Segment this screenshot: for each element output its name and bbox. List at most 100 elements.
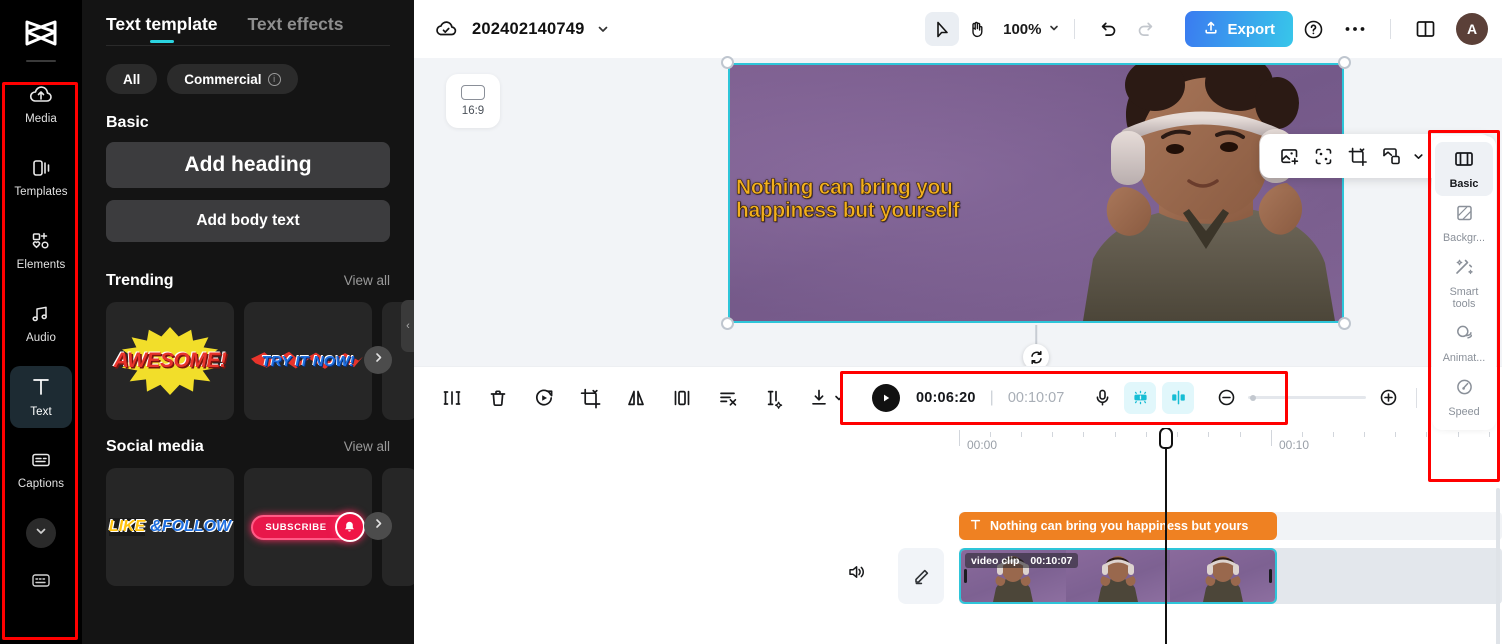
panel-tab-list: Text template Text effects — [82, 0, 414, 45]
more-dots-icon[interactable] — [1334, 25, 1376, 33]
keyboard-shortcuts-button[interactable] — [28, 570, 54, 594]
right-tab-speed[interactable]: Speed — [1435, 370, 1493, 424]
select-tool-button[interactable] — [925, 12, 960, 46]
keyframe-icon[interactable] — [1162, 381, 1195, 414]
social-media-next-button[interactable] — [364, 512, 392, 540]
video-subject-image — [1083, 65, 1335, 321]
flip-icon[interactable] — [660, 378, 704, 418]
social-media-thumbnail-row: LIKE &FOLLOW SUBSCRIBE — [82, 468, 414, 586]
aspect-ratio-button[interactable]: 16:9 — [446, 74, 500, 128]
ruler-tick — [1240, 432, 1241, 437]
zoom-out-icon[interactable] — [1212, 384, 1240, 412]
template-label: AWESOME! — [113, 349, 227, 372]
trim-handle-left[interactable] — [964, 569, 967, 583]
capcut-logo[interactable] — [21, 16, 61, 50]
video-clip-label: video clip 00:10:07 — [965, 553, 1079, 568]
zoom-level-selector[interactable]: 100% — [1003, 21, 1060, 38]
add-heading-button[interactable]: Add heading — [106, 142, 390, 188]
trending-section-header: Trending View all — [82, 254, 414, 302]
zoom-in-icon[interactable] — [1374, 384, 1402, 412]
sidebar-item-templates[interactable]: Templates — [10, 147, 72, 209]
expand-more-button[interactable] — [26, 518, 56, 548]
trim-handle-right[interactable] — [1269, 569, 1272, 583]
sidebar-item-captions[interactable]: Captions — [10, 439, 72, 501]
edit-clip-button[interactable] — [898, 548, 944, 604]
template-card-awesome[interactable]: AWESOME! — [106, 302, 234, 420]
reverse-icon[interactable] — [522, 378, 566, 418]
audio-note-icon — [29, 304, 53, 329]
template-card-try-it-now[interactable]: TRY IT NOW! — [244, 302, 372, 420]
resize-handle-bottom-left[interactable] — [721, 317, 734, 330]
video-preview-area: 16:9 Nothing can bring you happiness but… — [414, 56, 1502, 482]
right-tab-smart-tools[interactable]: Smart tools — [1435, 250, 1493, 316]
chip-all[interactable]: All — [106, 64, 158, 94]
template-card-like-follow[interactable]: LIKE &FOLLOW — [106, 468, 234, 586]
hand-tool-button[interactable] — [959, 12, 993, 46]
sidebar-item-text[interactable]: Text — [10, 366, 72, 428]
video-clip[interactable]: video clip 00:10:07 — [959, 548, 1277, 604]
timeline-scrollbar[interactable] — [1496, 488, 1500, 644]
download-icon[interactable] — [798, 378, 854, 418]
resize-handle-top-right[interactable] — [1338, 56, 1351, 69]
split-icon[interactable] — [430, 378, 474, 418]
zoom-slider[interactable] — [1248, 394, 1367, 401]
speaker-icon[interactable] — [846, 562, 866, 587]
cutout-icon[interactable] — [1308, 141, 1338, 171]
video-track-row: video clip 00:10:07 — [414, 548, 1502, 604]
social-media-section-header: Social media View all — [82, 420, 414, 468]
cloud-check-icon[interactable] — [434, 19, 458, 39]
view-all-link[interactable]: View all — [344, 273, 390, 288]
replace-image-icon[interactable] — [1274, 141, 1304, 171]
mask-icon[interactable] — [1376, 141, 1406, 171]
current-time[interactable]: 00:06:20 — [916, 390, 976, 406]
view-all-link[interactable]: View all — [344, 439, 390, 454]
chevron-down-icon[interactable] — [1410, 141, 1426, 171]
freeze-icon[interactable] — [752, 378, 796, 418]
add-body-text-button[interactable]: Add body text — [106, 200, 390, 242]
play-button[interactable] — [872, 383, 900, 412]
resize-handle-bottom-right[interactable] — [1338, 317, 1351, 330]
tab-text-effects[interactable]: Text effects — [248, 14, 344, 45]
tab-text-template[interactable]: Text template — [106, 14, 218, 45]
clip-duration: 00:10:07 — [1030, 554, 1073, 567]
right-tab-basic[interactable]: Basic — [1435, 142, 1493, 196]
chevron-down-icon[interactable] — [596, 22, 610, 36]
sidebar-item-label: Text — [30, 406, 52, 418]
export-button[interactable]: Export — [1185, 11, 1293, 47]
help-circle-icon[interactable] — [1293, 19, 1334, 40]
video-frame[interactable]: Nothing can bring you happiness but your… — [728, 63, 1344, 323]
upload-icon — [1203, 19, 1219, 39]
panel-collapse-handle[interactable]: ‹ — [401, 300, 414, 352]
mirror-icon[interactable] — [614, 378, 658, 418]
template-card-subscribe[interactable]: SUBSCRIBE — [244, 468, 372, 586]
toolbar-divider — [1074, 19, 1076, 39]
crop-icon[interactable] — [568, 378, 612, 418]
auto-caption-icon[interactable] — [1124, 381, 1157, 414]
project-name[interactable]: 202402140749 — [472, 20, 585, 39]
remove-audio-icon[interactable] — [706, 378, 750, 418]
zoom-slider-knob[interactable] — [1250, 394, 1257, 401]
trending-next-button[interactable] — [364, 346, 392, 374]
delete-icon[interactable] — [476, 378, 520, 418]
avatar[interactable]: A — [1456, 13, 1488, 45]
resize-handle-top-left[interactable] — [721, 56, 734, 69]
crop-icon[interactable] — [1342, 141, 1372, 171]
elements-icon — [29, 231, 53, 256]
sidebar-item-audio[interactable]: Audio — [10, 293, 72, 355]
chip-commercial[interactable]: Commercial i — [167, 64, 298, 94]
video-caption-text[interactable]: Nothing can bring you happiness but your… — [736, 176, 960, 222]
clip-thumbnail-segment — [1065, 550, 1171, 602]
undo-button[interactable] — [1089, 19, 1127, 39]
right-tab-background[interactable]: Backgr... — [1435, 196, 1493, 250]
redo-button[interactable] — [1127, 19, 1165, 39]
sidebar-item-elements[interactable]: Elements — [10, 220, 72, 282]
timeline-ruler[interactable]: 00:00 00:10 00:20 00 — [414, 428, 1502, 458]
split-layout-icon[interactable] — [1405, 19, 1446, 39]
right-tab-label: Basic — [1449, 178, 1479, 190]
microphone-icon[interactable] — [1086, 382, 1118, 414]
sidebar-item-media[interactable]: Media — [10, 74, 72, 136]
playhead-knob[interactable] — [1159, 428, 1173, 449]
text-clip[interactable]: Nothing can bring you happiness but your… — [959, 512, 1277, 540]
playhead[interactable] — [1159, 428, 1173, 644]
right-tab-animation[interactable]: Animat... — [1435, 316, 1493, 370]
